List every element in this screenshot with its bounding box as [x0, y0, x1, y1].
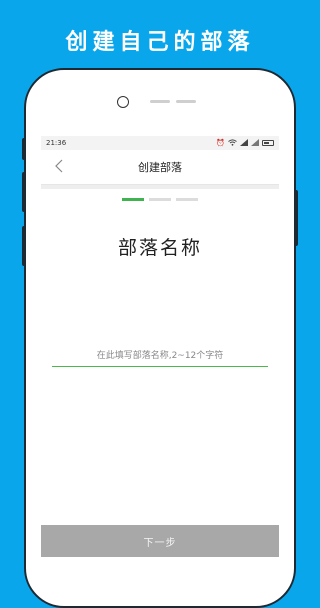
next-step-button[interactable]: 下一步	[41, 525, 279, 557]
phone-side-button	[22, 226, 26, 266]
phone-side-button	[294, 190, 298, 246]
name-input-wrapper	[52, 343, 268, 367]
phone-speaker	[150, 100, 170, 103]
chevron-left-icon	[55, 158, 63, 177]
page-title: 创建部落	[138, 161, 182, 174]
signal-icon	[240, 138, 248, 148]
phone-sensor	[176, 100, 196, 103]
nav-divider	[41, 185, 279, 189]
phone-side-button	[22, 172, 26, 212]
tribe-name-input[interactable]	[52, 346, 268, 366]
section-heading: 部落名称	[117, 237, 202, 259]
alarm-icon: ⏰	[216, 138, 225, 147]
status-time: 21:36	[46, 139, 67, 147]
phone-screen: 21:36 ⏰ 创建部落 部落名称 在此填写部落名称,2~12个字符 下一步	[41, 136, 279, 568]
step-3	[176, 198, 198, 201]
signal-icon	[251, 138, 259, 148]
phone-camera	[117, 96, 129, 108]
step-indicator	[41, 198, 279, 201]
status-bar: 21:36 ⏰	[41, 136, 279, 150]
back-button[interactable]	[49, 157, 69, 177]
nav-bar: 创建部落	[41, 150, 279, 185]
step-1	[122, 198, 144, 201]
status-icons: ⏰	[216, 138, 274, 148]
promo-title: 创建自己的部落	[65, 30, 255, 55]
phone-side-button	[22, 138, 26, 160]
battery-icon	[262, 140, 274, 146]
wifi-icon	[228, 138, 237, 148]
step-2	[149, 198, 171, 201]
